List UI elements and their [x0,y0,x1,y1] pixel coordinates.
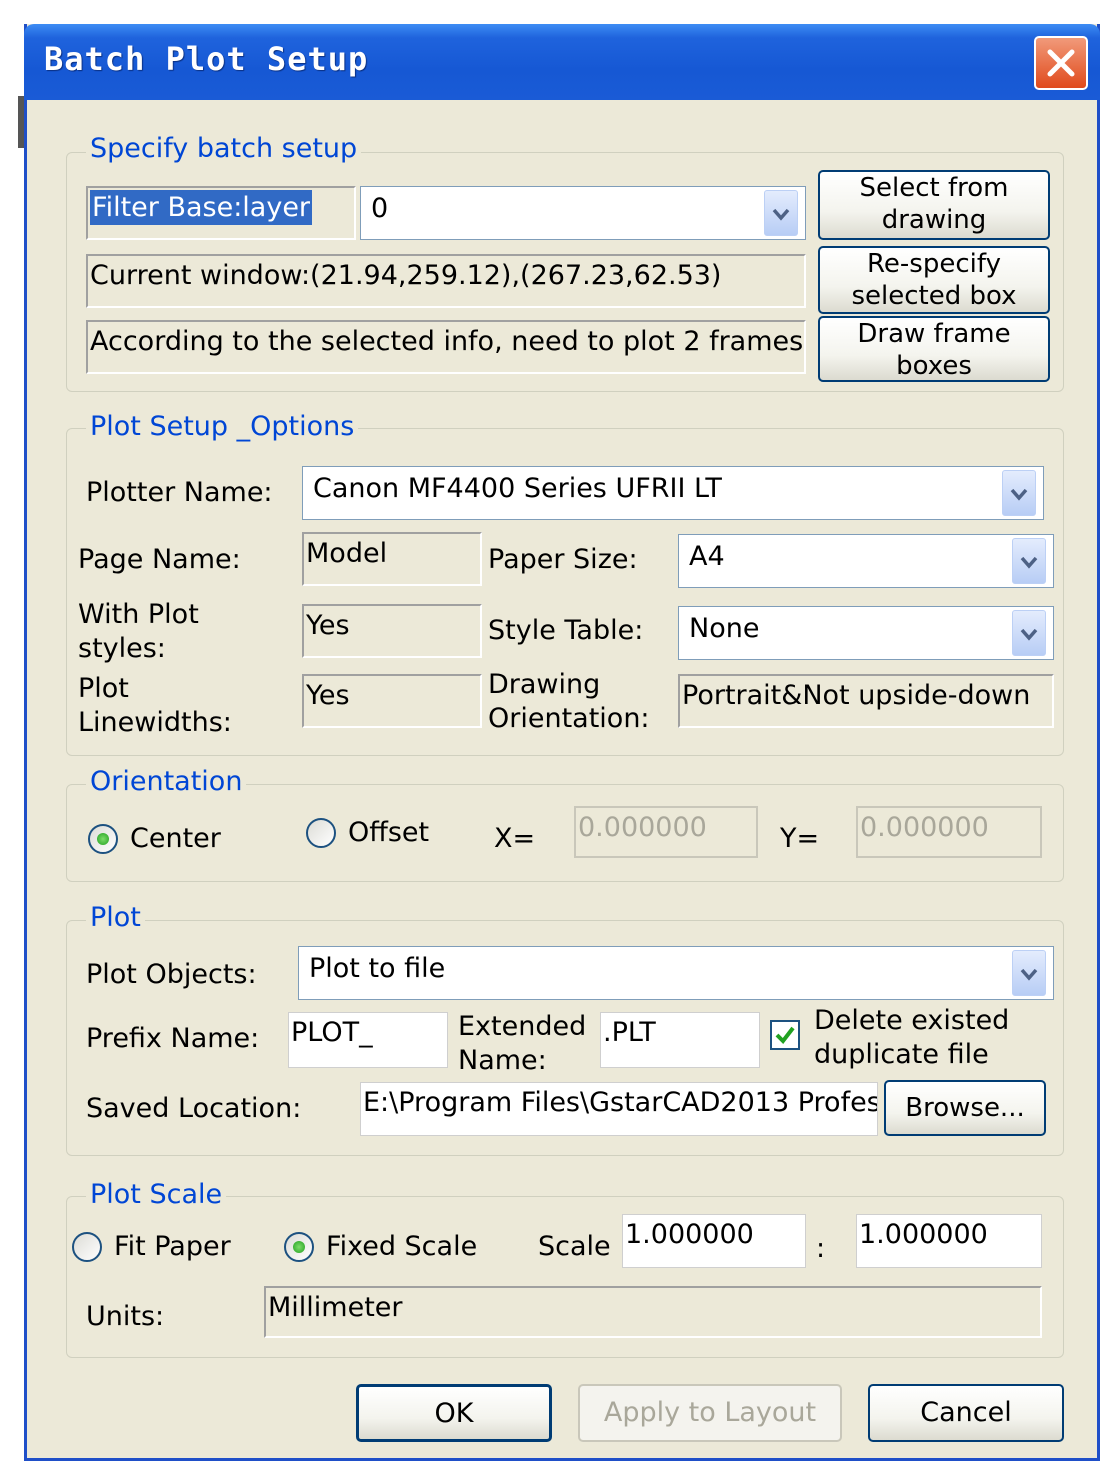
group-title-plot-setup-options: Plot Setup _Options [86,411,359,442]
group-title-plot-scale: Plot Scale [86,1179,227,1210]
with-plot-styles-field: Yes [302,604,482,658]
draw-frame-boxes-button[interactable]: Draw frame boxes [818,316,1050,382]
plot-linewidths-label: Plot Linewidths: [78,673,232,738]
checkmark-icon [775,1026,795,1045]
group-title-plot: Plot [86,902,145,933]
style-table-combo[interactable]: None [678,606,1054,660]
ok-button[interactable]: OK [356,1384,552,1442]
style-table-dropdown-arrow[interactable] [1012,610,1046,656]
scale-left-input[interactable]: 1.000000 [622,1214,806,1268]
plot-info-field: According to the selected info, need to … [86,320,806,374]
chevron-down-icon [1020,628,1038,641]
filter-base-label: Filter Base:layer [90,190,313,225]
respecify-box-button[interactable]: Re-specify selected box [818,246,1050,314]
paper-size-value: A4 [689,541,725,572]
chevron-down-icon [1010,488,1028,501]
prefix-name-label: Prefix Name: [86,1023,260,1054]
current-window-field: Current window:(21.94,259.12),(267.23,62… [86,254,806,308]
fit-paper-label: Fit Paper [114,1231,231,1262]
browse-button[interactable]: Browse... [884,1080,1046,1136]
page-name-label: Page Name: [78,544,241,575]
plotter-name-dropdown-arrow[interactable] [1002,470,1036,516]
plotter-name-combo[interactable]: Canon MF4400 Series UFRII LT [302,466,1044,520]
x-offset-field[interactable]: 0.000000 [574,806,758,858]
y-offset-label: Y= [780,823,820,854]
style-table-label: Style Table: [488,615,644,646]
style-table-value: None [689,613,760,644]
delete-existed-label: Delete existed duplicate file [814,1005,1010,1070]
units-field: Millimeter [264,1286,1042,1338]
plot-objects-dropdown-arrow[interactable] [1012,950,1046,996]
scale-label: Scale [538,1231,611,1262]
plot-objects-label: Plot Objects: [86,959,257,990]
drawing-orientation-field: Portrait&Not upside-down [678,674,1054,728]
y-offset-field[interactable]: 0.000000 [856,806,1042,858]
close-icon [1047,49,1075,77]
group-title-specify-batch-setup: Specify batch setup [86,133,362,164]
chevron-down-icon [772,208,790,221]
close-button[interactable] [1034,36,1088,90]
plot-linewidths-field: Yes [302,674,482,728]
units-label: Units: [86,1301,165,1332]
prefix-name-input[interactable]: PLOT_ [288,1012,448,1068]
fixed-scale-radio[interactable] [284,1232,314,1262]
delete-existed-checkbox[interactable] [770,1020,800,1050]
chevron-down-icon [1020,556,1038,569]
dialog-title: Batch Plot Setup [44,40,369,78]
paper-size-label: Paper Size: [488,544,638,575]
extended-name-input[interactable]: .PLT [600,1012,760,1068]
select-from-drawing-button[interactable]: Select from drawing [818,170,1050,240]
extended-name-label: Extended Name: [458,1011,587,1076]
apply-to-layout-button[interactable]: Apply to Layout [578,1384,842,1442]
chevron-down-icon [1020,968,1038,981]
with-plot-styles-label: With Plot styles: [78,599,199,664]
paper-size-dropdown-arrow[interactable] [1012,538,1046,584]
page-name-field: Model [302,532,482,586]
cancel-button[interactable]: Cancel [868,1384,1064,1442]
offset-radio[interactable] [306,818,336,848]
radio-selected-dot [97,833,109,845]
x-offset-label: X= [494,823,536,854]
plotter-name-value: Canon MF4400 Series UFRII LT [313,473,722,504]
drawing-orientation-label: Drawing Orientation: [488,669,650,734]
fit-paper-radio[interactable] [72,1232,102,1262]
filter-layer-dropdown-arrow[interactable] [764,190,798,236]
center-label: Center [130,823,221,854]
plotter-name-label: Plotter Name: [86,477,273,508]
radio-selected-dot [293,1241,305,1253]
paper-size-combo[interactable]: A4 [678,534,1054,588]
saved-location-label: Saved Location: [86,1093,302,1124]
scale-separator: : [816,1233,826,1264]
plot-objects-combo[interactable]: Plot to file [298,946,1054,1000]
center-radio[interactable] [88,824,118,854]
fixed-scale-label: Fixed Scale [326,1231,478,1262]
offset-label: Offset [348,817,430,848]
group-title-orientation: Orientation [86,766,247,797]
scale-right-input[interactable]: 1.000000 [856,1214,1042,1268]
filter-layer-combo[interactable]: 0 [360,186,806,240]
filter-layer-value: 0 [371,193,389,224]
plot-objects-value: Plot to file [309,953,446,984]
saved-location-input[interactable]: E:\Program Files\GstarCAD2013 Profess [360,1082,878,1136]
filter-base-field: Filter Base:layer [86,186,356,240]
